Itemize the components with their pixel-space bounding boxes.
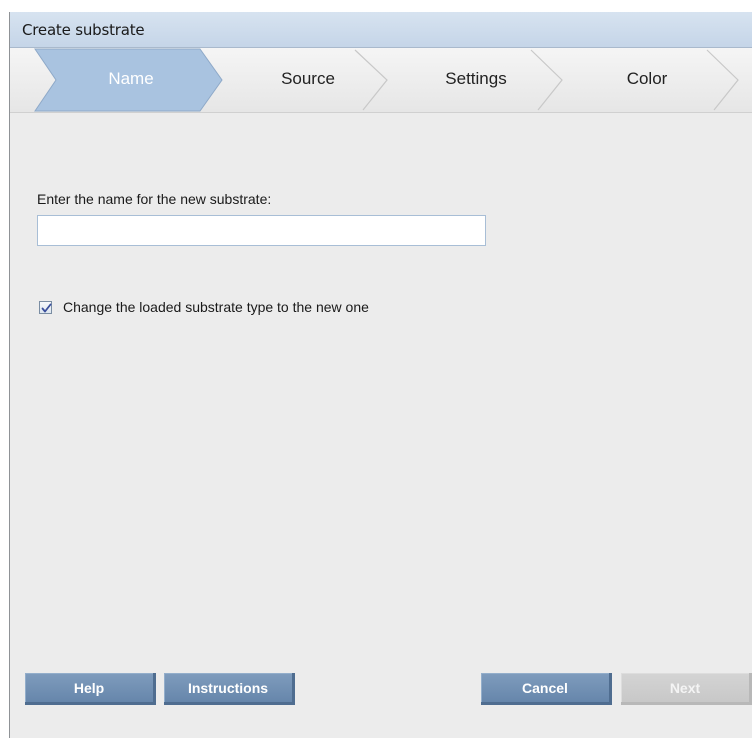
change-substrate-checkbox[interactable] [39,301,52,314]
cancel-button[interactable]: Cancel [481,673,612,705]
instructions-button[interactable]: Instructions [164,673,295,705]
help-button[interactable]: Help [25,673,156,705]
step-separator-3 [706,49,739,111]
step-settings[interactable]: Settings [416,69,536,89]
substrate-name-label: Enter the name for the new substrate: [37,191,272,207]
step-source[interactable]: Source [248,69,368,89]
next-button[interactable]: Next [621,673,752,705]
dialog-content: Enter the name for the new substrate: Ch… [10,112,752,662]
change-substrate-checkbox-label: Change the loaded substrate type to the … [63,299,369,315]
window-title: Create substrate [22,21,145,39]
step-color[interactable]: Color [587,69,707,89]
substrate-name-input[interactable] [37,215,486,246]
title-bar: Create substrate [10,12,752,48]
wizard-steps: Name Source Settings Color [10,48,752,113]
create-substrate-dialog: Create substrate Name Source Settings Co… [9,12,752,738]
checkmark-icon [41,303,52,313]
step-name[interactable]: Name [71,69,191,89]
